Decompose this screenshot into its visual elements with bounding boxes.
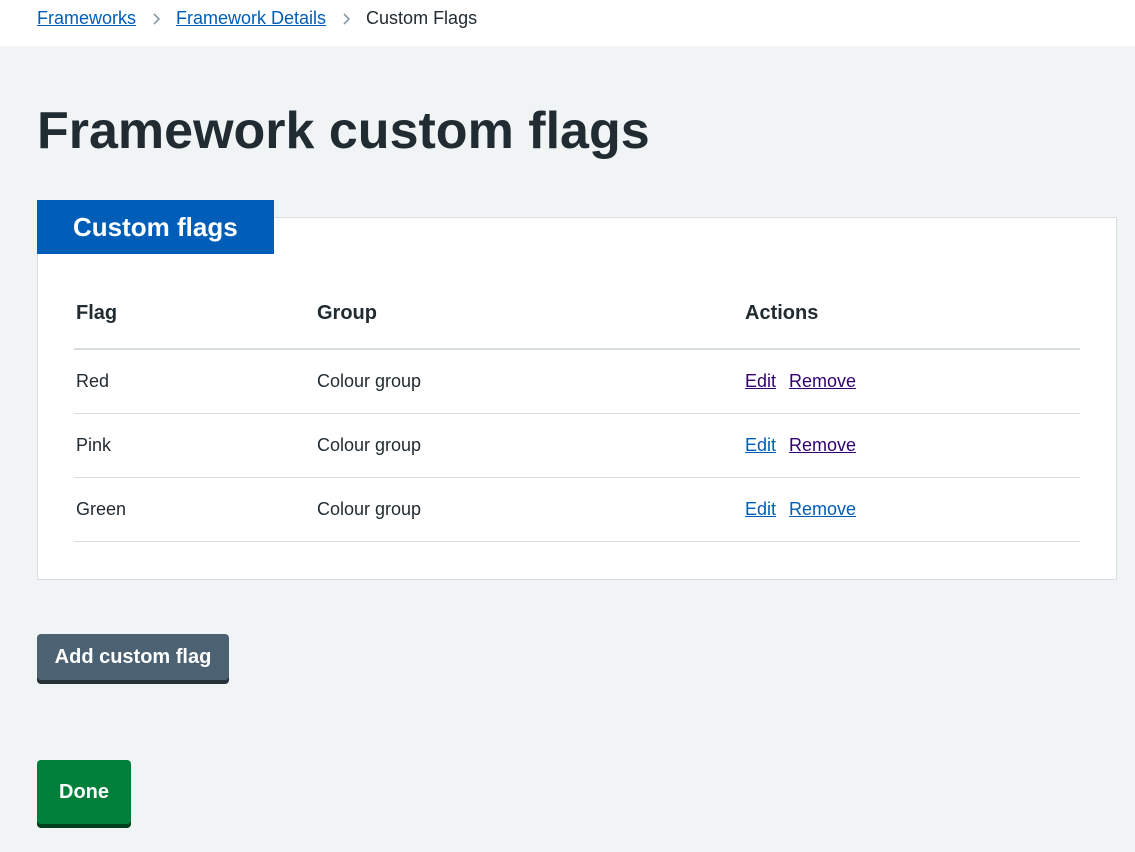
breadcrumb: Frameworks Framework Details Custom Flag… (37, 6, 477, 30)
chevron-right-icon (136, 6, 176, 30)
actions-cell: Edit Remove (745, 435, 1080, 456)
chevron-right-icon (326, 6, 366, 30)
remove-link[interactable]: Remove (789, 499, 856, 519)
flag-cell: Pink (76, 435, 112, 455)
breadcrumb-current: Custom Flags (366, 8, 478, 28)
column-header-actions: Actions (745, 301, 819, 324)
flags-table: Flag Group Actions Red Colour group Edit… (74, 278, 1080, 542)
remove-link[interactable]: Remove (789, 371, 856, 391)
breadcrumb-bar: Frameworks Framework Details Custom Flag… (0, 0, 1135, 46)
breadcrumb-link-frameworks[interactable]: Frameworks (37, 6, 136, 30)
card-heading: Custom flags (37, 200, 274, 254)
group-cell: Colour group (317, 499, 422, 519)
table-row: Red Colour group Edit Remove (74, 350, 1080, 414)
table-row: Pink Colour group Edit Remove (74, 414, 1080, 478)
edit-link[interactable]: Edit (745, 499, 776, 519)
breadcrumb-link-framework-details[interactable]: Framework Details (176, 6, 326, 30)
flag-cell: Red (76, 371, 110, 391)
actions-cell: Edit Remove (745, 371, 1080, 392)
done-button[interactable]: Done (37, 760, 131, 824)
actions-cell: Edit Remove (745, 499, 1080, 520)
group-cell: Colour group (317, 371, 422, 391)
flag-cell: Green (76, 499, 127, 519)
edit-link[interactable]: Edit (745, 435, 776, 455)
group-cell: Colour group (317, 435, 422, 455)
add-custom-flag-button[interactable]: Add custom flag (37, 634, 229, 680)
table-header-row: Flag Group Actions (74, 278, 1080, 350)
edit-link[interactable]: Edit (745, 371, 776, 391)
remove-link[interactable]: Remove (789, 435, 856, 455)
column-header-flag: Flag (76, 301, 118, 324)
column-header-group: Group (317, 301, 377, 324)
page-title: Framework custom flags (37, 102, 650, 160)
table-row: Green Colour group Edit Remove (74, 478, 1080, 542)
